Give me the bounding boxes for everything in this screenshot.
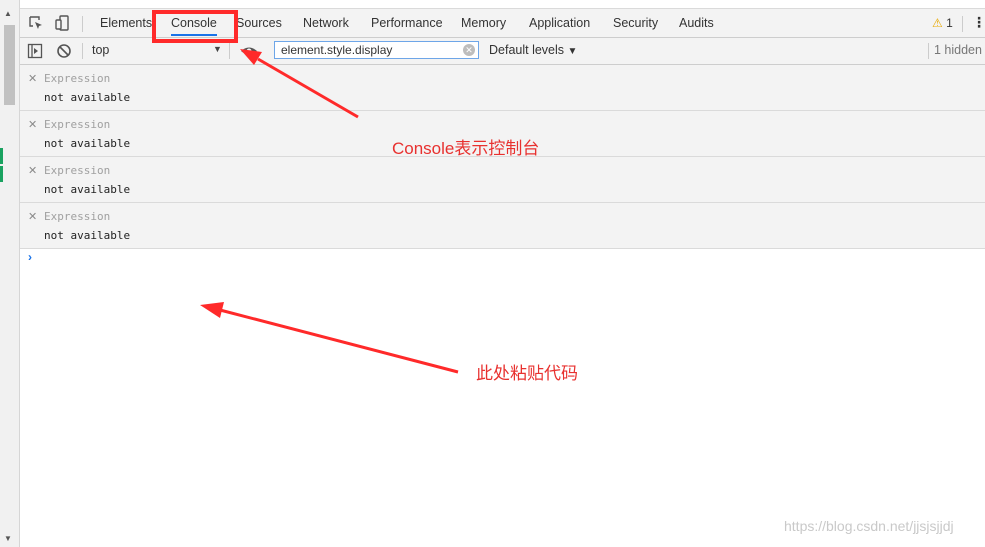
- paste-annotation: 此处粘贴代码: [476, 364, 578, 383]
- watermark: https://blog.csdn.net/jjsjsjjdj: [784, 518, 954, 534]
- annotation-arrows: [200, 49, 459, 374]
- arrow-head: [200, 302, 224, 318]
- arrow-head: [240, 49, 262, 65]
- arrow-line: [257, 57, 359, 119]
- console-annotation: Console表示控制台: [392, 139, 540, 158]
- arrow-line: [219, 308, 459, 374]
